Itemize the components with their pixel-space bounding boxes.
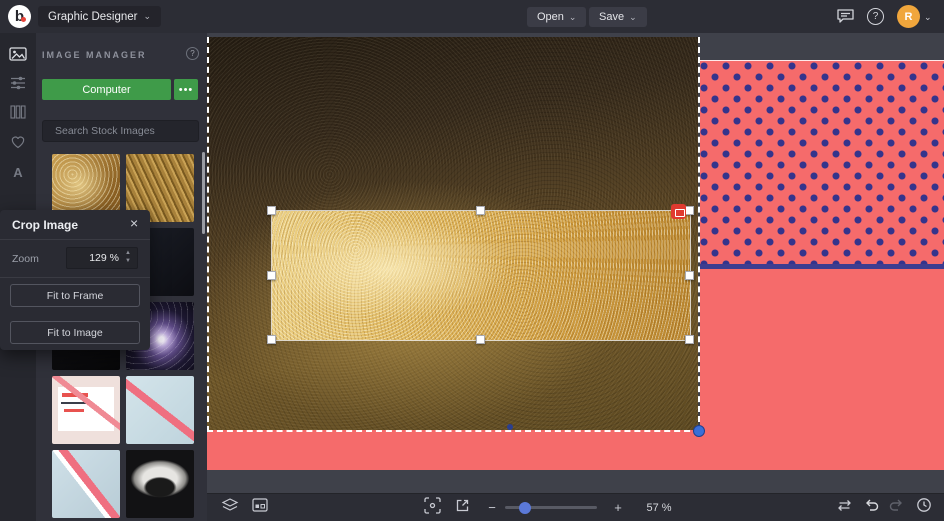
fit-to-image-button[interactable]: Fit to Image (10, 321, 140, 344)
swap-arrows-icon (836, 499, 853, 517)
stepper-up-icon[interactable]: ▲ (125, 250, 131, 258)
top-bar: b Graphic Designer ⌄ Open ⌄ Save ⌄ ? R ⌄ (0, 0, 944, 33)
app-window: b Graphic Designer ⌄ Open ⌄ Save ⌄ ? R ⌄ (0, 0, 944, 521)
selection-bottom-mid-handle[interactable] (507, 424, 513, 430)
crop-handle[interactable] (685, 271, 694, 280)
zoom-label: Zoom (12, 253, 39, 265)
stock-search-box (42, 120, 199, 142)
zoom-out-button[interactable]: − (483, 494, 501, 521)
mode-selector-label: Graphic Designer (48, 11, 137, 23)
computer-upload-button[interactable]: Computer (42, 79, 171, 100)
panels-button[interactable] (249, 494, 271, 521)
zoom-value-input[interactable] (67, 252, 119, 264)
sidebar-item-adjust[interactable] (0, 71, 36, 100)
layers-icon (221, 498, 239, 518)
zoom-slider-track[interactable] (505, 506, 597, 509)
chevron-down-icon: ⌄ (629, 13, 637, 22)
more-sources-button[interactable]: ••• (174, 79, 198, 100)
sidebar-item-image-manager[interactable] (0, 42, 36, 71)
thumbnail-toothbrush[interactable] (126, 376, 194, 444)
export-icon (455, 498, 470, 518)
logo-letter: b (15, 8, 24, 25)
help-glyph: ? (190, 49, 194, 58)
design-canvas[interactable] (207, 33, 944, 493)
panel-help-icon[interactable]: ? (186, 47, 199, 60)
heart-icon (10, 134, 26, 154)
sidebar-item-layouts[interactable] (0, 100, 36, 129)
help-glyph: ? (873, 11, 879, 22)
sidebar-item-favorites[interactable] (0, 129, 36, 158)
close-icon[interactable]: × (130, 215, 138, 231)
crop-handle[interactable] (476, 335, 485, 344)
coral-right-region[interactable] (700, 269, 944, 470)
stock-search-input[interactable] (43, 121, 198, 141)
crop-image-dialog: Crop Image × Zoom ▲ ▼ Fit to Frame Fit t… (0, 210, 150, 350)
fit-to-frame-button[interactable]: Fit to Frame (10, 284, 140, 307)
image-manager-icon (9, 46, 27, 67)
crop-handle[interactable] (267, 271, 276, 280)
avatar-initial: R (905, 11, 913, 23)
crop-handle[interactable] (267, 206, 276, 215)
bottom-toolbar: − + 57 % (207, 493, 944, 521)
history-clock-icon (916, 497, 932, 518)
divider (0, 239, 150, 240)
save-button-label: Save (599, 11, 624, 23)
resize-canvas-button[interactable] (833, 494, 855, 521)
app-logo[interactable]: b (8, 5, 31, 28)
zoom-stepper[interactable]: ▲ ▼ (119, 248, 137, 268)
crop-region[interactable] (272, 211, 690, 340)
panel-scrollbar[interactable] (202, 152, 205, 234)
zoom-percent-label: 57 % (639, 494, 679, 521)
chevron-down-icon: ⌄ (569, 13, 577, 22)
export-button[interactable] (451, 494, 473, 521)
crop-handle[interactable] (685, 206, 694, 215)
mode-selector[interactable]: Graphic Designer ⌄ (38, 6, 161, 27)
feedback-comment-icon[interactable] (836, 8, 855, 29)
crop-handle[interactable] (685, 335, 694, 344)
thumbnail-toothbrush[interactable] (52, 450, 120, 518)
user-avatar[interactable]: R (897, 5, 920, 28)
redo-icon (888, 498, 904, 517)
open-button[interactable]: Open ⌄ (527, 7, 586, 27)
selection-bottom-right-handle[interactable] (693, 425, 705, 437)
zoom-in-button[interactable]: + (609, 494, 627, 521)
zoom-slider-knob[interactable] (519, 502, 531, 514)
account-chevron-down-icon[interactable]: ⌄ (924, 12, 932, 23)
history-button[interactable] (913, 494, 935, 521)
undo-icon (864, 498, 880, 517)
help-icon[interactable]: ? (867, 8, 884, 25)
thumbnail-dental-xray[interactable] (126, 450, 194, 518)
sidebar-item-text[interactable]: A (0, 158, 36, 187)
panel-title: IMAGE MANAGER (42, 50, 147, 60)
center-view-icon (424, 497, 441, 519)
redo-button[interactable] (885, 494, 907, 521)
panels-icon (252, 498, 268, 517)
zoom-slider[interactable] (505, 494, 597, 521)
sliders-icon (10, 75, 26, 96)
divider (0, 277, 150, 278)
save-button[interactable]: Save ⌄ (589, 7, 647, 27)
polka-dot-region[interactable] (700, 60, 944, 264)
dialog-title: Crop Image (12, 218, 78, 232)
thumbnail-dental-poster[interactable] (52, 376, 120, 444)
crop-handle[interactable] (476, 206, 485, 215)
coral-bottom-strip[interactable] (207, 430, 700, 470)
layers-button[interactable] (219, 494, 241, 521)
crop-image-badge-icon[interactable] (671, 204, 686, 219)
text-tool-icon: A (13, 165, 22, 180)
undo-button[interactable] (861, 494, 883, 521)
crop-handle[interactable] (267, 335, 276, 344)
columns-icon (10, 104, 26, 125)
open-button-label: Open (537, 11, 564, 23)
center-view-button[interactable] (421, 494, 443, 521)
stepper-down-icon[interactable]: ▼ (125, 258, 131, 266)
chevron-down-icon: ⌄ (143, 12, 151, 21)
zoom-input-box: ▲ ▼ (66, 247, 138, 269)
